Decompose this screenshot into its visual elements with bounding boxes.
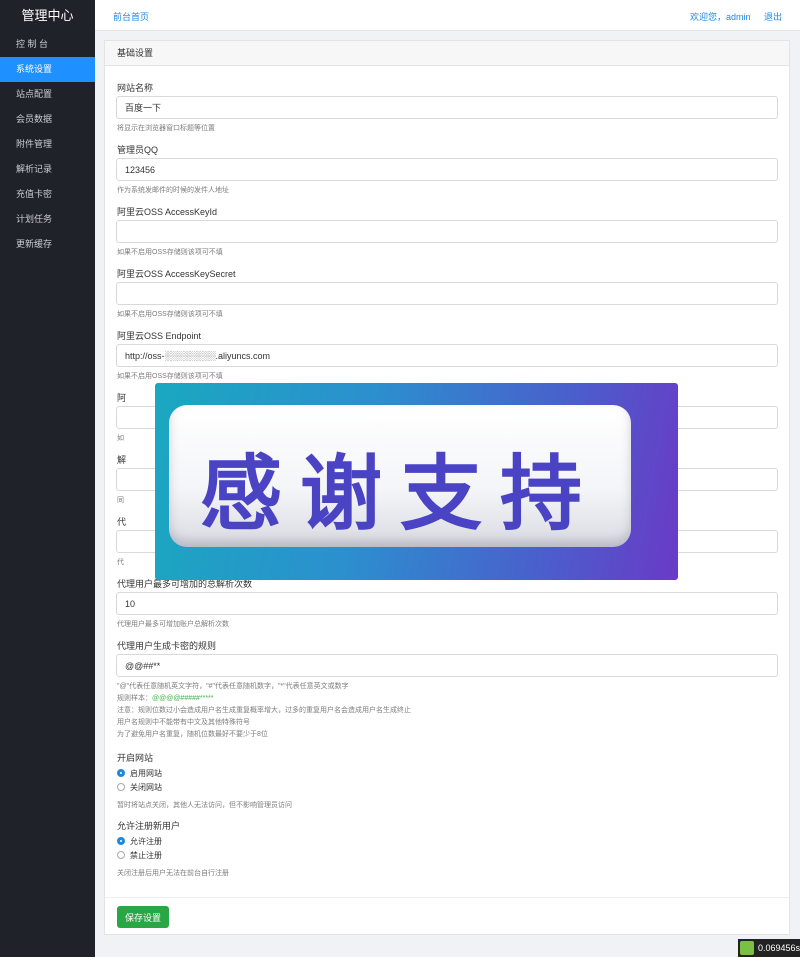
oss-accesskeyid-input[interactable] — [116, 220, 778, 243]
oss-endpoint-input[interactable] — [116, 344, 778, 367]
page-timer-badge: 0.069456s — [738, 939, 800, 957]
agent-max-parse-input[interactable] — [116, 592, 778, 615]
radio-enable-site-label: 启用网站 — [130, 769, 162, 778]
welcome-user-link[interactable]: 欢迎您，admin — [690, 10, 751, 23]
oss-endpoint-help: 如果不启用OSS存储则该项可不填 — [117, 373, 223, 380]
save-settings-button[interactable]: 保存设置 — [117, 906, 169, 928]
radio-unchecked-icon — [117, 850, 125, 859]
oss-endpoint-label: 阿里云OSS Endpoint — [117, 331, 202, 341]
oss-field-6-label: 阿 — [117, 393, 127, 403]
logout-link[interactable]: 退出 — [764, 10, 782, 23]
sidebar-item-site-config[interactable]: 站点配置 — [0, 82, 95, 107]
card-rule-input[interactable] — [116, 654, 778, 677]
card-rule-label: 代理用户生成卡密的规则 — [117, 641, 217, 651]
home-link[interactable]: 前台首页 — [113, 10, 149, 23]
sidebar-item-attachments[interactable]: 附件管理 — [0, 132, 95, 157]
parse-field-help: 同 — [117, 497, 124, 504]
sidebar-item-parse-records[interactable]: 解析记录 — [0, 157, 95, 182]
site-name-help: 将显示在浏览器窗口标题等位置 — [117, 125, 215, 132]
radio-checked-icon — [117, 768, 125, 777]
card-rule-sample-value: @@@@#####***** — [152, 695, 214, 702]
card-rule-sample: 规则样本：@@@@#####***** — [117, 693, 214, 703]
site-open-label: 开启网站 — [117, 753, 154, 763]
thanks-banner-overlay: 感谢支持 — [155, 383, 678, 580]
oss-accesskeyid-help: 如果不启用OSS存储则该项可不填 — [117, 249, 223, 256]
radio-forbid-register-label: 禁止注册 — [130, 851, 162, 860]
oss-accesskeyid-label: 阿里云OSS AccessKeyId — [117, 207, 218, 217]
sidebar-item-dashboard[interactable]: 控 制 台 — [0, 32, 95, 57]
radio-forbid-register[interactable]: 禁止注册 — [117, 850, 162, 862]
site-name-input[interactable] — [116, 96, 778, 119]
oss-accesskeysecret-input[interactable] — [116, 282, 778, 305]
radio-enable-site[interactable]: 启用网站 — [117, 768, 162, 780]
radio-close-site-label: 关闭网站 — [130, 783, 162, 792]
admin-qq-label: 管理员QQ — [117, 145, 159, 155]
leaf-logo-icon — [740, 941, 754, 955]
site-name-label: 网站名称 — [117, 83, 154, 93]
sidebar-item-recharge-cards[interactable]: 充值卡密 — [0, 182, 95, 207]
radio-unchecked-icon — [117, 782, 125, 791]
sidebar-item-system-settings[interactable]: 系统设置 — [0, 57, 95, 82]
sidebar-item-scheduled-tasks[interactable]: 计划任务 — [0, 207, 95, 232]
brand-title: 管理中心 — [21, 8, 74, 23]
thanks-banner-card: 感谢支持 — [169, 405, 631, 547]
sidebar: 管理中心 控 制 台 系统设置 站点配置 会员数据 附件管理 解析记录 充值卡密… — [0, 0, 95, 957]
oss-accesskeysecret-help: 如果不启用OSS存储则该项可不填 — [117, 311, 223, 318]
radio-close-site[interactable]: 关闭网站 — [117, 782, 162, 794]
panel-title: 基础设置 — [105, 41, 789, 66]
allow-register-help: 关闭注册后用户无法在前台自行注册 — [117, 870, 229, 877]
agent-field-help: 代 — [117, 559, 124, 566]
parse-field-label: 解 — [117, 455, 127, 465]
page-timer-value: 0.069456s — [758, 943, 800, 953]
agent-field-label: 代 — [117, 517, 127, 527]
top-bar: 前台首页 欢迎您，admin 退出 — [95, 0, 800, 31]
admin-qq-input[interactable] — [116, 158, 778, 181]
admin-qq-help: 作为系统发邮件的时候的发件人地址 — [117, 187, 229, 194]
oss-field-6-help: 如 — [117, 435, 124, 442]
card-rule-help-4: 用户名规则中不能带有中文及其他特殊符号 — [117, 719, 250, 726]
card-rule-help-1: "@"代表任意随机英文字符，"#"代表任意随机数字，"*"代表任意英文或数字 — [117, 683, 349, 690]
site-open-help: 暂时将站点关闭，其他人无法访问，但不影响管理员访问 — [117, 802, 292, 809]
radio-checked-icon — [117, 836, 125, 845]
radio-allow-register[interactable]: 允许注册 — [117, 836, 162, 848]
card-rule-help-5: 为了避免用户名重复，随机位数最好不要少于8位 — [117, 731, 268, 738]
allow-register-label: 允许注册新用户 — [117, 821, 181, 831]
thanks-banner-text: 感谢支持 — [199, 447, 600, 542]
oss-accesskeysecret-label: 阿里云OSS AccessKeySecret — [117, 269, 236, 279]
radio-allow-register-label: 允许注册 — [130, 837, 162, 846]
card-rule-help-3: 注意：规则位数过小会造成用户名生成重复概率增大，过多的重复用户名会造成用户名生成… — [117, 707, 411, 714]
sidebar-item-members[interactable]: 会员数据 — [0, 107, 95, 132]
panel-footer-divider — [105, 897, 789, 898]
agent-max-parse-help: 代理用户最多可增加账户总解析次数 — [117, 621, 229, 628]
card-rule-sample-prefix: 规则样本： — [117, 695, 152, 702]
sidebar-item-update-cache[interactable]: 更新缓存 — [0, 232, 95, 257]
